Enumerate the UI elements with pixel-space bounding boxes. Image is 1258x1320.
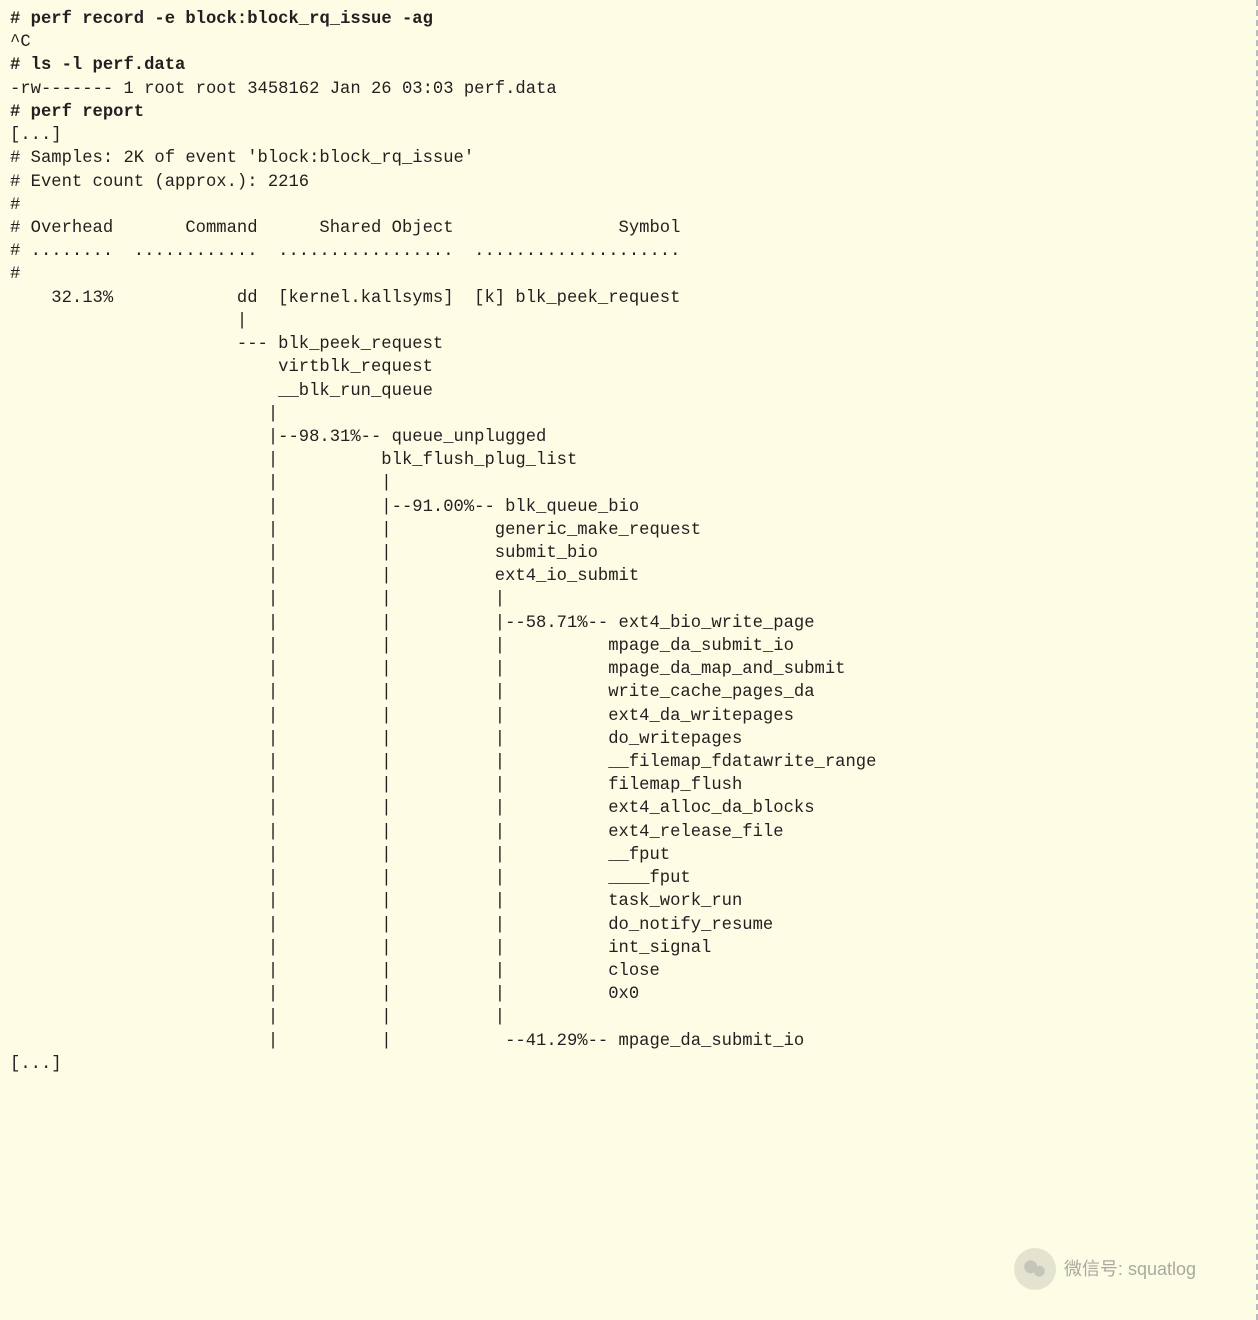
tree-line: | | | mpage_da_map_and_submit xyxy=(10,660,845,679)
tree-line: | xyxy=(10,312,247,331)
tree-line: | | | close xyxy=(10,962,660,981)
cmd-ls: ls -l perf.data xyxy=(31,56,186,75)
ellipsis: [...] xyxy=(10,126,62,145)
tree-line: | | | do_notify_resume xyxy=(10,916,773,935)
ctrl-c: ^C xyxy=(10,33,31,52)
wechat-icon xyxy=(1014,1248,1056,1290)
tree-line: virtblk_request xyxy=(10,358,433,377)
tree-line: | | | mpage_da_submit_io xyxy=(10,637,794,656)
tree-line: | | | ext4_da_writepages xyxy=(10,707,794,726)
row-main: 32.13% dd [kernel.kallsyms] [k] blk_peek… xyxy=(10,289,680,308)
tree-line: | | | ext4_release_file xyxy=(10,823,784,842)
tree-line: | | | __filemap_fdatawrite_range xyxy=(10,753,876,772)
tree-line: | | ext4_io_submit xyxy=(10,567,639,586)
tree-line: | | --41.29%-- mpage_da_submit_io xyxy=(10,1032,804,1051)
header-overhead: # Overhead Command Shared Object Symbol xyxy=(10,219,680,238)
watermark-text: 微信号: squatlog xyxy=(1064,1257,1196,1281)
tree-line: | | | filemap_flush xyxy=(10,776,742,795)
tree-line: |--98.31%-- queue_unplugged xyxy=(10,428,546,447)
tree-line: | | | __fput xyxy=(10,846,670,865)
cmd-perf-report: perf report xyxy=(31,103,144,122)
tree-line: | | | ext4_alloc_da_blocks xyxy=(10,799,815,818)
watermark: 微信号: squatlog xyxy=(1014,1248,1196,1290)
tree-line: | blk_flush_plug_list xyxy=(10,451,577,470)
tree-line: | | | task_work_run xyxy=(10,892,742,911)
tree-line: | | | xyxy=(10,1008,608,1027)
prompt: # xyxy=(10,103,31,122)
tree-line: | | | ____fput xyxy=(10,869,691,888)
ellipsis: [...] xyxy=(10,1055,62,1074)
tree-line: | | xyxy=(10,474,495,493)
prompt: # xyxy=(10,10,31,29)
header-dots: # ........ ............ ................… xyxy=(10,242,680,261)
tree-line: --- blk_peek_request xyxy=(10,335,443,354)
tree-line: | | | xyxy=(10,590,608,609)
hash-line: # xyxy=(10,265,20,284)
event-count-line: # Event count (approx.): 2216 xyxy=(10,173,309,192)
tree-line: | | submit_bio xyxy=(10,544,598,563)
terminal-output: # perf record -e block:block_rq_issue -a… xyxy=(10,8,1246,1076)
ls-output: -rw------- 1 root root 3458162 Jan 26 03… xyxy=(10,80,557,99)
cmd-perf-record: perf record -e block:block_rq_issue -ag xyxy=(31,10,433,29)
prompt: # xyxy=(10,56,31,75)
tree-line: | |--91.00%-- blk_queue_bio xyxy=(10,498,639,517)
tree-line: | | | 0x0 xyxy=(10,985,639,1004)
tree-line: | | | int_signal xyxy=(10,939,711,958)
tree-line: __blk_run_queue xyxy=(10,382,433,401)
tree-line: | | | write_cache_pages_da xyxy=(10,683,815,702)
tree-line: | | | do_writepages xyxy=(10,730,742,749)
tree-line: | xyxy=(10,405,381,424)
hash-line: # xyxy=(10,196,20,215)
samples-line: # Samples: 2K of event 'block:block_rq_i… xyxy=(10,149,474,168)
tree-line: | | generic_make_request xyxy=(10,521,701,540)
tree-line: | | |--58.71%-- ext4_bio_write_page xyxy=(10,614,815,633)
